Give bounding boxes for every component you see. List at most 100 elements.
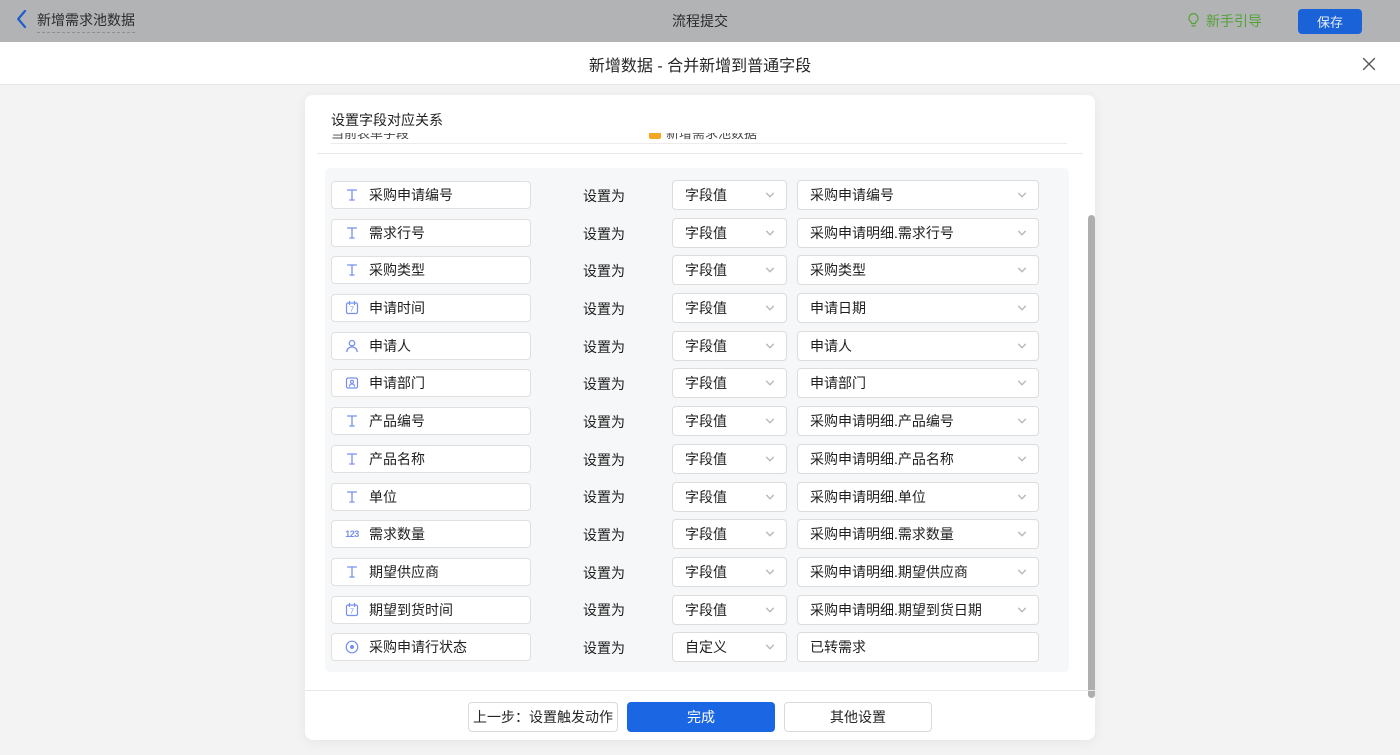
- text-field-icon: [344, 451, 360, 467]
- set-as-label: 设置为: [583, 290, 625, 328]
- target-field-value: 申请日期: [810, 298, 1016, 318]
- lightbulb-icon: [1186, 12, 1201, 31]
- chevron-down-icon: [764, 604, 776, 616]
- target-field-select[interactable]: 采购申请明细.需求行号: [797, 218, 1039, 248]
- mode-select[interactable]: 字段值: [672, 293, 787, 323]
- chevron-down-icon: [1016, 604, 1028, 616]
- source-field-chip: 采购申请编号: [331, 181, 531, 209]
- source-field-chip: 单位: [331, 483, 531, 511]
- target-field-select[interactable]: 申请人: [797, 331, 1039, 361]
- set-as-label: 设置为: [583, 177, 625, 215]
- mode-select-value: 字段值: [685, 223, 764, 243]
- source-field-chip: 123 需求数量: [331, 520, 531, 548]
- set-as-label: 设置为: [583, 215, 625, 253]
- prev-step-button[interactable]: 上一步：设置触发动作: [468, 702, 618, 732]
- source-field-label: 申请部门: [369, 373, 425, 393]
- mode-select[interactable]: 字段值: [672, 444, 787, 474]
- chevron-down-icon: [1016, 566, 1028, 578]
- other-settings-button[interactable]: 其他设置: [784, 702, 932, 732]
- target-field-value: 采购申请明细.产品名称: [810, 449, 1016, 469]
- text-field-icon: [344, 225, 360, 241]
- card-heading: 设置字段对应关系: [331, 110, 443, 130]
- mapping-row: 产品编号 设置为 字段值 采购申请明细.产品编号: [325, 403, 1069, 441]
- back-button[interactable]: [16, 9, 27, 34]
- source-field-label: 期望供应商: [369, 562, 439, 582]
- chevron-down-icon: [764, 340, 776, 352]
- chevron-down-icon: [1016, 453, 1028, 465]
- source-field-label: 需求行号: [369, 223, 425, 243]
- mode-select-value: 字段值: [685, 524, 764, 544]
- mode-select[interactable]: 字段值: [672, 368, 787, 398]
- flow-name-editable[interactable]: 新增需求池数据: [37, 10, 135, 33]
- target-field-value: 采购申请明细.需求数量: [810, 524, 1016, 544]
- target-field-select[interactable]: 采购申请明细.产品编号: [797, 406, 1039, 436]
- source-field-label: 申请时间: [369, 298, 425, 318]
- target-field-value: 采购申请编号: [810, 185, 1016, 205]
- mode-select[interactable]: 字段值: [672, 255, 787, 285]
- mode-select[interactable]: 字段值: [672, 557, 787, 587]
- mapping-row: 采购申请编号 设置为 字段值 采购申请编号: [325, 177, 1069, 215]
- mode-select[interactable]: 字段值: [672, 331, 787, 361]
- chevron-down-icon: [1016, 302, 1028, 314]
- target-field-value: 采购申请明细.期望到货日期: [810, 600, 1016, 620]
- target-field-value: 采购申请明细.期望供应商: [810, 562, 1016, 582]
- source-field-label: 需求数量: [369, 524, 425, 544]
- mode-select[interactable]: 字段值: [672, 595, 787, 625]
- set-as-label: 设置为: [583, 592, 625, 630]
- mapping-row: 申请部门 设置为 字段值 申请部门: [325, 365, 1069, 403]
- source-field-chip: 申请人: [331, 332, 531, 360]
- chevron-down-icon: [1016, 264, 1028, 276]
- custom-value-input[interactable]: [797, 632, 1039, 662]
- mode-select-value: 字段值: [685, 298, 764, 318]
- mode-select[interactable]: 字段值: [672, 482, 787, 512]
- source-field-label: 单位: [369, 487, 397, 507]
- source-field-label: 产品编号: [369, 411, 425, 431]
- done-button[interactable]: 完成: [627, 702, 775, 732]
- chevron-down-icon: [1016, 340, 1028, 352]
- target-field-select[interactable]: 采购类型: [797, 255, 1039, 285]
- number-field-icon: 123: [344, 526, 360, 542]
- mapping-row: 期望供应商 设置为 字段值 采购申请明细.期望供应商: [325, 554, 1069, 592]
- mode-select[interactable]: 字段值: [672, 218, 787, 248]
- target-field-value: 申请人: [810, 336, 1016, 356]
- vertical-scrollbar[interactable]: [1088, 215, 1095, 698]
- target-field-select[interactable]: 申请日期: [797, 293, 1039, 323]
- source-field-chip: 7 期望到货时间: [331, 596, 531, 624]
- target-field-value: 采购类型: [810, 260, 1016, 280]
- close-icon[interactable]: [1360, 55, 1378, 73]
- mode-select-value: 字段值: [685, 185, 764, 205]
- chevron-down-icon: [764, 491, 776, 503]
- text-field-icon: [344, 262, 360, 278]
- chevron-down-icon: [764, 415, 776, 427]
- target-field-select[interactable]: 申请部门: [797, 368, 1039, 398]
- mode-select[interactable]: 自定义: [672, 632, 787, 662]
- save-button[interactable]: 保存: [1298, 9, 1362, 34]
- dialog-title-bar: 新增数据 - 合并新增到普通字段: [0, 42, 1400, 85]
- column-header-target: 新增需求池数据: [649, 133, 757, 142]
- target-field-select[interactable]: 采购申请明细.产品名称: [797, 444, 1039, 474]
- chevron-down-icon: [1016, 377, 1028, 389]
- source-field-chip: 产品编号: [331, 407, 531, 435]
- text-field-icon: [344, 187, 360, 203]
- set-as-label: 设置为: [583, 328, 625, 366]
- source-field-chip: 产品名称: [331, 445, 531, 473]
- target-field-select[interactable]: 采购申请明细.期望供应商: [797, 557, 1039, 587]
- target-field-select[interactable]: 采购申请明细.单位: [797, 482, 1039, 512]
- date-field-icon: 7: [344, 602, 360, 618]
- mapping-row: 采购申请行状态 设置为 自定义: [325, 629, 1069, 667]
- target-field-select[interactable]: 采购申请编号: [797, 180, 1039, 210]
- target-field-select[interactable]: 采购申请明细.期望到货日期: [797, 595, 1039, 625]
- mapping-row: 7 期望到货时间 设置为 字段值 采购申请明细.期望到货日期: [325, 592, 1069, 630]
- target-field-select[interactable]: 采购申请明细.需求数量: [797, 519, 1039, 549]
- footer-divider: [305, 690, 1095, 691]
- text-field-icon: [344, 489, 360, 505]
- source-field-chip: 采购申请行状态: [331, 633, 531, 661]
- mode-select[interactable]: 字段值: [672, 180, 787, 210]
- column-header-source: 当前表单字段: [331, 133, 409, 142]
- chevron-down-icon: [1016, 528, 1028, 540]
- beginner-guide-link[interactable]: 新手引导: [1186, 11, 1262, 31]
- mapping-row: 采购类型 设置为 字段值 采购类型: [325, 252, 1069, 290]
- mode-select[interactable]: 字段值: [672, 406, 787, 436]
- mode-select[interactable]: 字段值: [672, 519, 787, 549]
- target-field-value: 采购申请明细.需求行号: [810, 223, 1016, 243]
